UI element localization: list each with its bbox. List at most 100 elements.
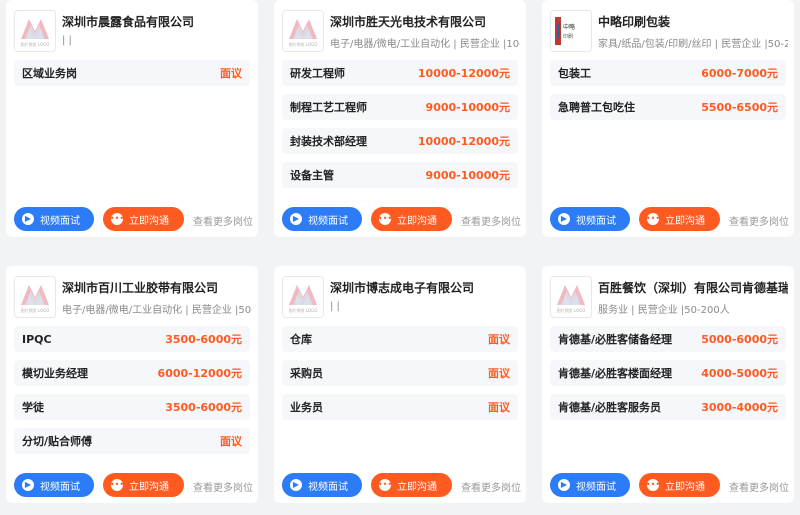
more-jobs-link[interactable]: 查看更多岗位 [729, 479, 789, 494]
company-logo[interactable]: 图片预览 LOGO [14, 10, 56, 52]
job-item[interactable]: 制程工艺工程师 9000-10000元 [282, 94, 518, 120]
job-title: 模切业务经理 [22, 367, 88, 380]
job-list: IPQC 3500-6000元 模切业务经理 6000-12000元 学徒 35… [14, 326, 250, 462]
job-item[interactable]: 肯德基/必胜客楼面经理 4000-5000元 [550, 360, 786, 386]
video-interview-button[interactable]: ▶ 视频面试 [282, 473, 362, 497]
job-title: 采购员 [290, 367, 323, 380]
company-logo[interactable]: 中略 印刷 [550, 10, 592, 52]
placeholder-logo-icon: 图片预览 LOGO [557, 285, 586, 313]
svg-text:中略: 中略 [563, 23, 575, 31]
job-list: 肯德基/必胜客储备经理 5000-6000元 肯德基/必胜客楼面经理 4000-… [550, 326, 786, 428]
company-info: 服务业 | 民营企业 |50-200人 [598, 305, 730, 316]
job-title: 仓库 [290, 333, 312, 346]
company-name[interactable]: 深圳市晨露食品有限公司 [62, 13, 194, 30]
job-title: 包装工 [558, 67, 591, 80]
company-card: 图片预览 LOGO 深圳市百川工业胶带有限公司 电子/电器/微电/工业自动化 |… [6, 266, 258, 503]
job-item[interactable]: 采购员 面议 [282, 360, 518, 386]
logo-placeholder-text: 图片预览 LOGO [557, 307, 586, 313]
print-company-logo-icon: 中略 印刷 [555, 17, 575, 45]
job-item[interactable]: 肯德基/必胜客储备经理 5000-6000元 [550, 326, 786, 352]
job-salary: 5500-6500元 [701, 101, 778, 114]
job-item[interactable]: 封装技术部经理 10000-12000元 [282, 128, 518, 154]
video-interview-button[interactable]: ▶ 视频面试 [550, 207, 630, 231]
job-salary: 面议 [488, 401, 510, 414]
job-item[interactable]: 仓库 面议 [282, 326, 518, 352]
chat-now-button[interactable]: ••• 立即沟通 [103, 207, 184, 231]
chat-icon: ••• [645, 213, 661, 225]
job-salary: 3500-6000元 [165, 401, 242, 414]
chat-icon: ••• [109, 213, 125, 225]
company-logo[interactable]: 图片预览 LOGO [282, 276, 324, 318]
video-interview-button[interactable]: ▶ 视频面试 [14, 473, 94, 497]
company-name[interactable]: 百胜餐饮（深圳）有限公司肯德基瑞景园 [598, 279, 788, 296]
job-item[interactable]: 分切/贴合师傅 面议 [14, 428, 250, 454]
job-list: 研发工程师 10000-12000元 制程工艺工程师 9000-10000元 封… [282, 60, 518, 196]
job-item[interactable]: IPQC 3500-6000元 [14, 326, 250, 352]
video-interview-label: 视频面试 [40, 481, 80, 493]
job-list: 包装工 6000-7000元 急聘普工包吃住 5500-6500元 [550, 60, 786, 128]
job-title: 急聘普工包吃住 [558, 101, 635, 114]
chat-now-button[interactable]: ••• 立即沟通 [371, 207, 452, 231]
job-title: 设备主管 [290, 169, 334, 182]
chat-now-label: 立即沟通 [129, 215, 169, 227]
job-title: 学徒 [22, 401, 44, 414]
job-salary: 6000-12000元 [157, 367, 242, 380]
company-name[interactable]: 中略印刷包装 [598, 13, 670, 30]
company-card: 中略 印刷 中略印刷包装 家具/纸品/包装/印刷/丝印 | 民营企业 |50-2… [542, 0, 794, 237]
company-name[interactable]: 深圳市百川工业胶带有限公司 [62, 279, 218, 296]
video-interview-label: 视频面试 [40, 215, 80, 227]
company-info: 家具/纸品/包装/印刷/丝印 | 民营企业 |50-20 [598, 39, 788, 50]
more-jobs-link[interactable]: 查看更多岗位 [461, 479, 521, 494]
video-interview-label: 视频面试 [308, 481, 348, 493]
video-interview-button[interactable]: ▶ 视频面试 [14, 207, 94, 231]
job-salary: 9000-10000元 [425, 169, 510, 182]
job-title: 区域业务岗 [22, 67, 77, 80]
company-logo[interactable]: 图片预览 LOGO [550, 276, 592, 318]
chat-now-button[interactable]: ••• 立即沟通 [103, 473, 184, 497]
logo-placeholder-text: 图片预览 LOGO [289, 307, 318, 313]
video-interview-button[interactable]: ▶ 视频面试 [550, 473, 630, 497]
chat-now-label: 立即沟通 [665, 481, 705, 493]
job-salary: 3000-4000元 [701, 401, 778, 414]
company-name[interactable]: 深圳市博志成电子有限公司 [330, 279, 474, 296]
video-icon: ▶ [22, 479, 34, 491]
logo-placeholder-text: 图片预览 LOGO [21, 307, 50, 313]
company-card: 图片预览 LOGO 深圳市博志成电子有限公司 | | 仓库 面议 采购员 面议 … [274, 266, 526, 503]
chat-now-button[interactable]: ••• 立即沟通 [371, 473, 452, 497]
placeholder-logo-icon: 图片预览 LOGO [289, 19, 317, 47]
chat-icon: ••• [377, 479, 393, 491]
job-item[interactable]: 急聘普工包吃住 5500-6500元 [550, 94, 786, 120]
company-logo[interactable]: 图片预览 LOGO [14, 276, 56, 318]
more-jobs-link[interactable]: 查看更多岗位 [729, 213, 789, 228]
job-item[interactable]: 肯德基/必胜客服务员 3000-4000元 [550, 394, 786, 420]
job-list: 仓库 面议 采购员 面议 业务员 面议 [282, 326, 518, 428]
job-title: 肯德基/必胜客楼面经理 [558, 367, 673, 380]
more-jobs-link[interactable]: 查看更多岗位 [193, 213, 253, 228]
job-title: 业务员 [290, 401, 323, 414]
job-item[interactable]: 研发工程师 10000-12000元 [282, 60, 518, 86]
company-info: | | [62, 35, 72, 46]
company-card: 图片预览 LOGO 深圳市胜天光电技术有限公司 电子/电器/微电/工业自动化 |… [274, 0, 526, 237]
more-jobs-link[interactable]: 查看更多岗位 [461, 213, 521, 228]
chat-icon: ••• [645, 479, 661, 491]
job-salary: 4000-5000元 [701, 367, 778, 380]
chat-now-button[interactable]: ••• 立即沟通 [639, 207, 720, 231]
job-item[interactable]: 业务员 面议 [282, 394, 518, 420]
job-item[interactable]: 区域业务岗 面议 [14, 60, 250, 86]
job-title: 研发工程师 [290, 67, 345, 80]
job-salary: 3500-6000元 [165, 333, 242, 346]
job-item[interactable]: 设备主管 9000-10000元 [282, 162, 518, 188]
job-list: 区域业务岗 面议 [14, 60, 250, 94]
job-item[interactable]: 模切业务经理 6000-12000元 [14, 360, 250, 386]
company-logo[interactable]: 图片预览 LOGO [282, 10, 324, 52]
placeholder-logo-icon: 图片预览 LOGO [289, 285, 318, 313]
job-item[interactable]: 包装工 6000-7000元 [550, 60, 786, 86]
job-item[interactable]: 学徒 3500-6000元 [14, 394, 250, 420]
company-name[interactable]: 深圳市胜天光电技术有限公司 [330, 13, 486, 30]
video-interview-button[interactable]: ▶ 视频面试 [282, 207, 362, 231]
chat-now-button[interactable]: ••• 立即沟通 [639, 473, 720, 497]
more-jobs-link[interactable]: 查看更多岗位 [193, 479, 253, 494]
job-salary: 6000-7000元 [701, 67, 778, 80]
job-title: IPQC [22, 332, 52, 346]
video-interview-label: 视频面试 [308, 215, 348, 227]
